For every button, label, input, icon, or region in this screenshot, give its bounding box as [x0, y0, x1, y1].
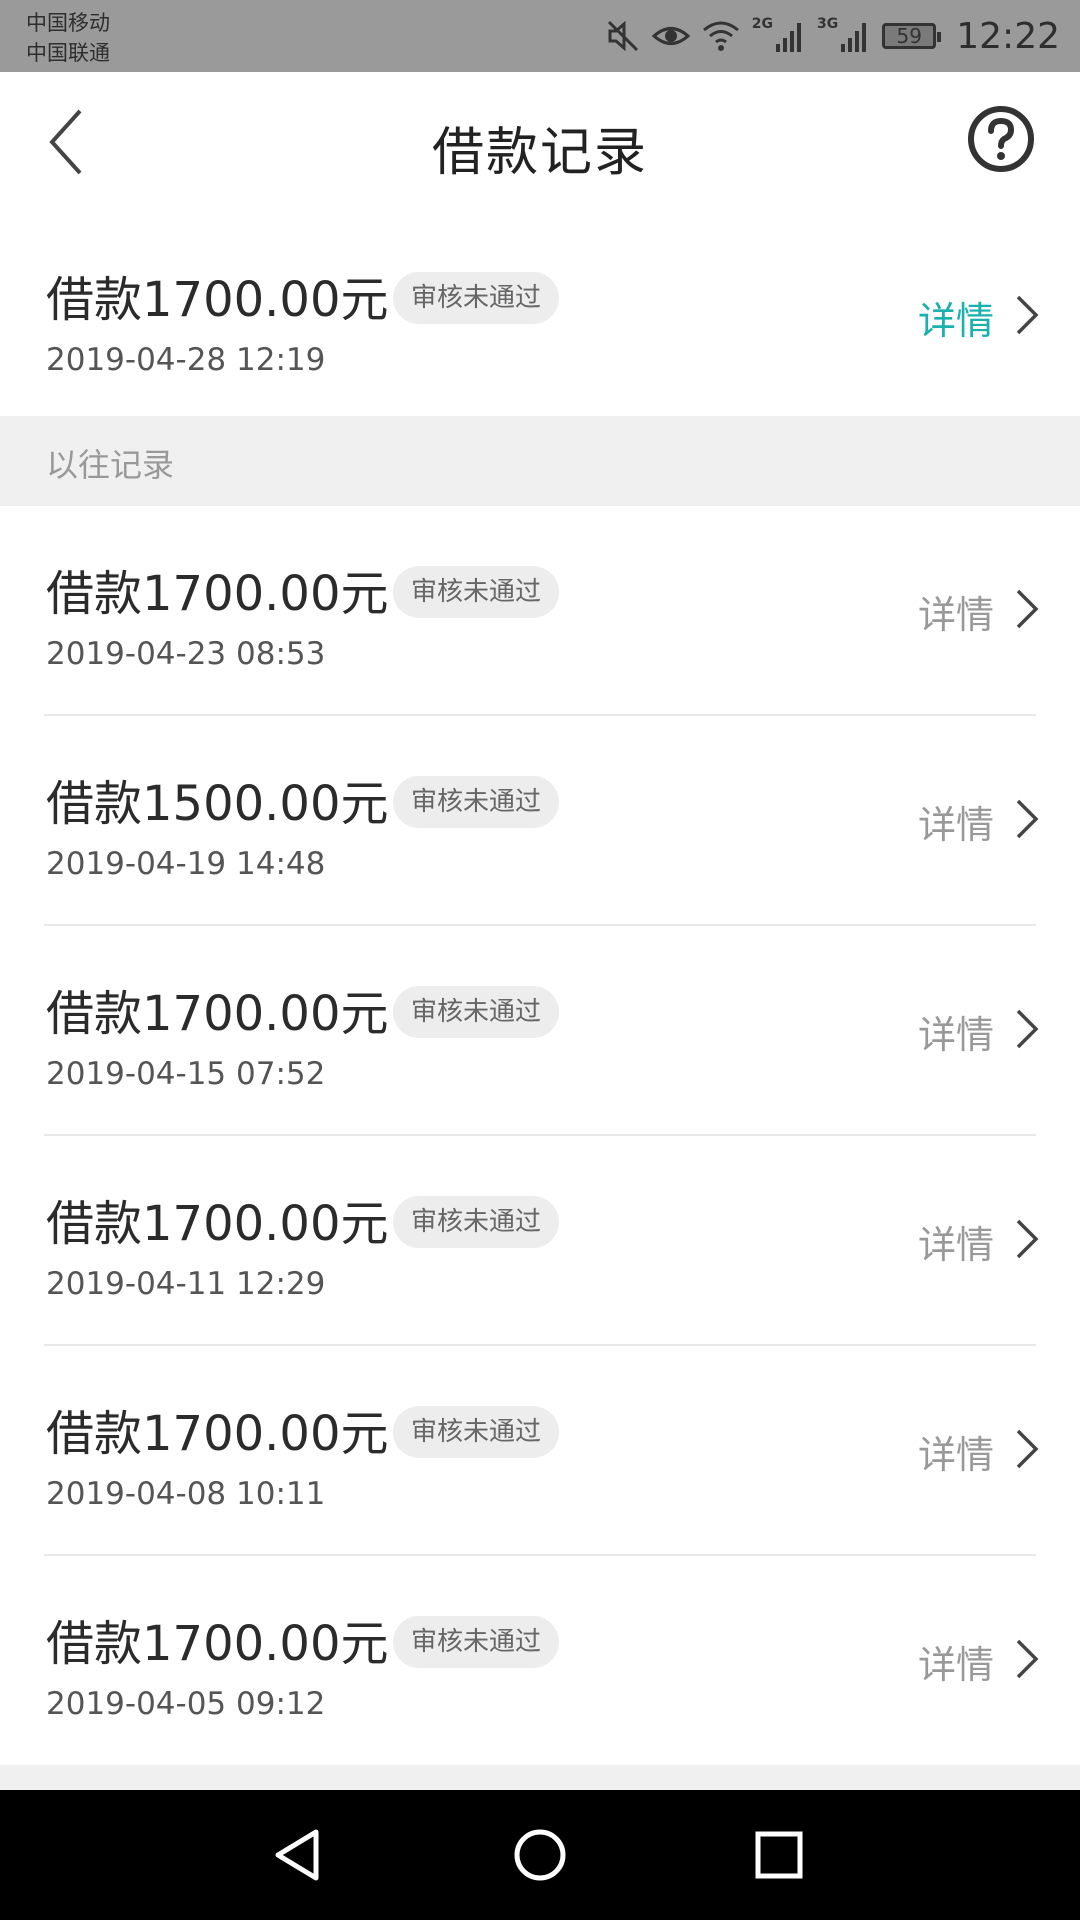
list-item[interactable]: 借款1700.00元 审核未通过 2019-04-23 08:53 详情 — [0, 506, 1080, 716]
record-date: 2019-04-08 10:11 — [46, 1476, 326, 1512]
list-item[interactable]: 借款1500.00元 审核未通过 2019-04-19 14:48 详情 — [0, 716, 1080, 926]
current-record[interactable]: 借款1700.00元 审核未通过 2019-04-28 12:19 详情 — [0, 212, 1080, 422]
help-button[interactable] — [966, 104, 1036, 174]
circle-home-icon — [514, 1829, 566, 1881]
status-badge: 审核未通过 — [393, 1196, 560, 1248]
battery-level: 59 — [896, 24, 922, 48]
title-bar: 借款记录 — [0, 72, 1080, 212]
chevron-right-icon — [1016, 295, 1039, 335]
list-item[interactable]: 借款1700.00元 审核未通过 2019-04-08 10:11 详情 — [0, 1346, 1080, 1556]
record-amount: 借款1700.00元 — [46, 566, 389, 622]
nav-home-button[interactable] — [505, 1820, 575, 1890]
chevron-right-icon — [1016, 799, 1039, 839]
record-date: 2019-04-05 09:12 — [46, 1686, 326, 1722]
triangle-back-icon — [275, 1829, 319, 1881]
record-amount: 借款1700.00元 — [46, 986, 389, 1042]
detail-link[interactable]: 详情 — [918, 794, 994, 849]
list-bottom-gap — [0, 1765, 1080, 1790]
carrier-2: 中国联通 — [26, 41, 110, 65]
record-amount: 借款1700.00元 — [46, 1406, 389, 1462]
chevron-right-icon — [1016, 589, 1039, 629]
record-amount: 借款1700.00元 — [46, 272, 389, 328]
system-nav-bar — [0, 1790, 1080, 1920]
section-label: 以往记录 — [46, 446, 175, 484]
wifi-icon — [702, 21, 739, 51]
status-badge: 审核未通过 — [393, 986, 560, 1038]
record-date: 2019-04-19 14:48 — [46, 846, 326, 882]
record-date: 2019-04-23 08:53 — [46, 636, 326, 672]
record-date: 2019-04-15 07:52 — [46, 1056, 326, 1092]
record-amount: 借款1700.00元 — [46, 1616, 389, 1672]
list-item[interactable]: 借款1700.00元 审核未通过 2019-04-11 12:29 详情 — [0, 1136, 1080, 1346]
signal-icon-1 — [776, 23, 802, 52]
record-date: 2019-04-28 12:19 — [46, 342, 326, 378]
chevron-right-icon — [1016, 1639, 1039, 1679]
status-badge: 审核未通过 — [393, 1406, 560, 1458]
list-item[interactable]: 借款1700.00元 审核未通过 2019-04-15 07:52 详情 — [0, 926, 1080, 1136]
signal-icon-2 — [841, 23, 867, 52]
status-badge: 审核未通过 — [393, 566, 560, 618]
eye-icon — [651, 27, 690, 45]
square-recents-icon — [755, 1831, 803, 1879]
status-badge: 审核未通过 — [393, 776, 560, 828]
status-bar: 中国移动 中国联通 2G 3G 59 12:22 — [0, 0, 1080, 72]
detail-link[interactable]: 详情 — [918, 1424, 994, 1479]
mute-icon — [607, 20, 638, 52]
battery-icon: 59 — [882, 23, 942, 49]
net-2g-label: 2G — [751, 16, 774, 32]
detail-link[interactable]: 详情 — [918, 290, 994, 345]
status-icons: 2G 3G 59 12:22 — [606, 0, 1060, 72]
chevron-right-icon — [1016, 1429, 1039, 1469]
section-header: 以往记录 — [0, 416, 1080, 506]
carrier-labels: 中国移动 中国联通 — [26, 8, 110, 68]
list-item[interactable]: 借款1700.00元 审核未通过 2019-04-05 09:12 详情 — [0, 1556, 1080, 1766]
status-badge: 审核未通过 — [393, 272, 560, 324]
record-date: 2019-04-11 12:29 — [46, 1266, 326, 1302]
detail-link[interactable]: 详情 — [918, 1634, 994, 1689]
record-amount: 借款1700.00元 — [46, 1196, 389, 1252]
status-badge: 审核未通过 — [393, 1616, 560, 1668]
detail-link[interactable]: 详情 — [918, 1214, 994, 1269]
detail-link[interactable]: 详情 — [918, 1004, 994, 1059]
chevron-right-icon — [1016, 1219, 1039, 1259]
net-3g-label: 3G — [817, 16, 839, 32]
carrier-1: 中国移动 — [26, 11, 110, 35]
status-time: 12:22 — [956, 15, 1060, 57]
nav-recents-button[interactable] — [744, 1820, 814, 1890]
record-amount: 借款1500.00元 — [46, 776, 389, 832]
chevron-right-icon — [1016, 1009, 1039, 1049]
page-title: 借款记录 — [431, 123, 648, 183]
question-circle-icon — [968, 106, 1034, 172]
detail-link[interactable]: 详情 — [918, 584, 994, 639]
nav-back-button[interactable] — [264, 1820, 334, 1890]
